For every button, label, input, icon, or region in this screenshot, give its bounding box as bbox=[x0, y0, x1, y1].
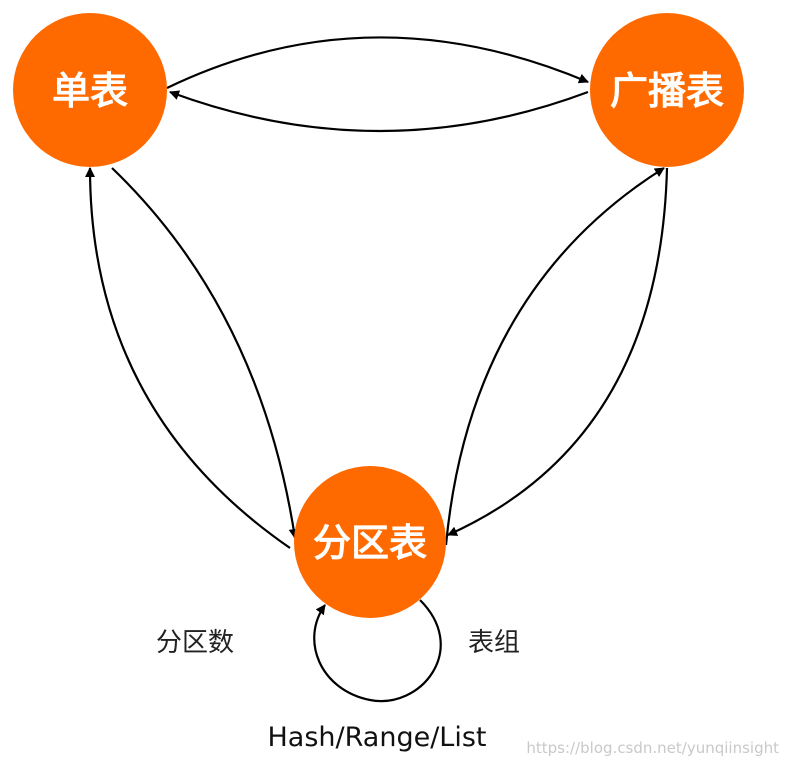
edge-single-to-broadcast bbox=[166, 36, 589, 89]
label-partition-methods: Hash/Range/List bbox=[268, 722, 487, 753]
label-table-group: 表组 bbox=[468, 628, 520, 658]
edge-single-to-partition bbox=[111, 167, 299, 539]
watermark-url: https://blog.csdn.net/yunqiinsight bbox=[526, 739, 779, 757]
edge-broadcast-to-partition bbox=[447, 167, 669, 537]
node-partition-label: 分区表 bbox=[313, 521, 427, 565]
node-partition-table: 分区表 bbox=[294, 466, 446, 618]
edge-partition-to-single bbox=[85, 167, 291, 549]
label-partition-count: 分区数 bbox=[156, 628, 234, 658]
node-single-label: 单表 bbox=[52, 69, 128, 113]
node-broadcast-table: 广播表 bbox=[590, 13, 744, 167]
node-single-table: 单表 bbox=[13, 13, 167, 167]
edge-partition-to-broadcast bbox=[444, 167, 665, 546]
node-broadcast-label: 广播表 bbox=[610, 69, 724, 113]
edge-broadcast-to-single bbox=[169, 90, 589, 133]
table-type-diagram: 单表 广播表 分区表 分区数 表组 Hash/Range/List https:… bbox=[13, 13, 779, 757]
